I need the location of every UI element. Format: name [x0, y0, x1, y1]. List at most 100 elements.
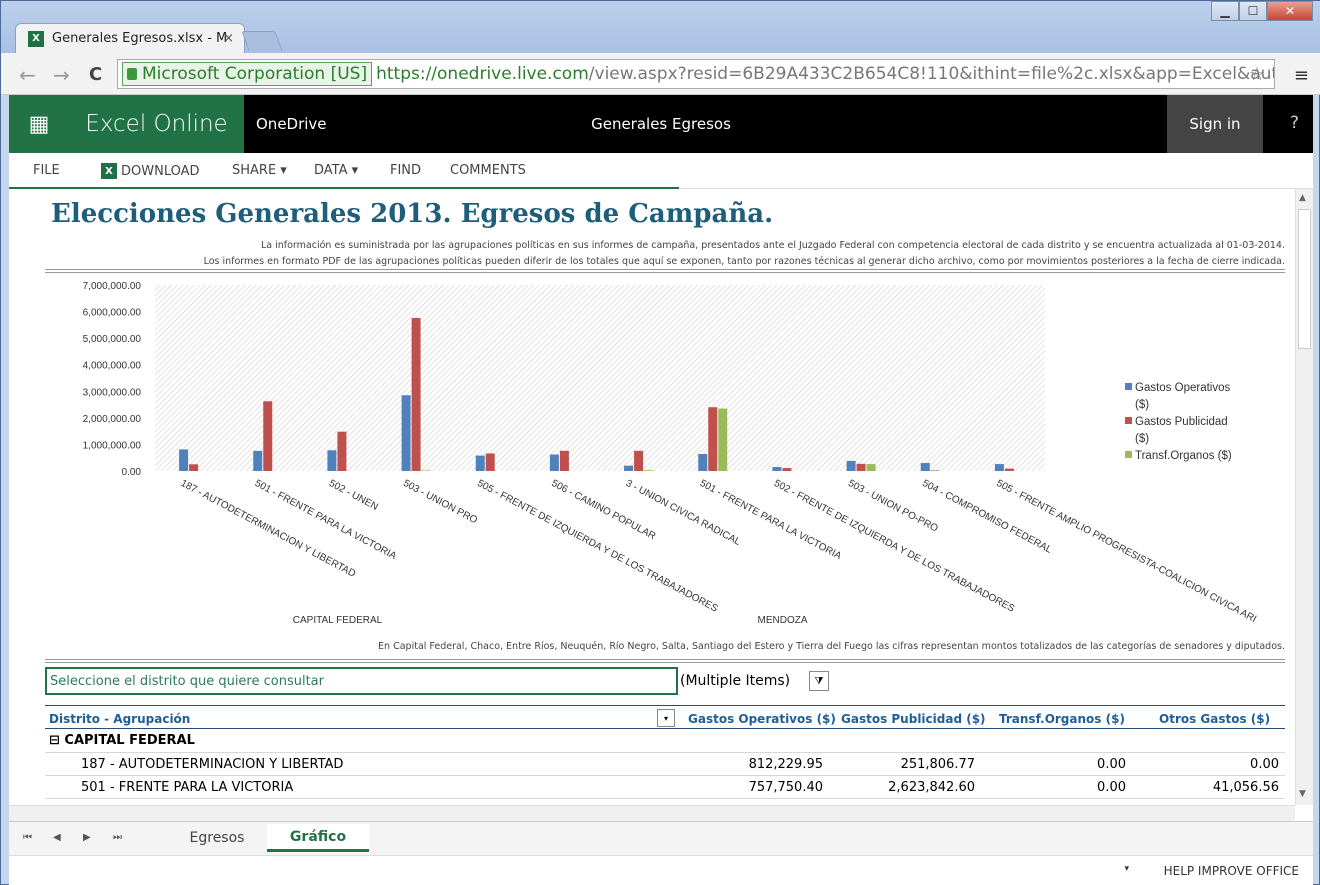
back-icon[interactable]: ←	[19, 63, 36, 87]
excel-header: ▦ Excel Online Generales Egresos OneDriv…	[9, 95, 1313, 153]
bar	[327, 450, 337, 471]
security-indicator[interactable]: Microsoft Corporation [US]	[122, 62, 373, 86]
group-label: ⊟ CAPITAL FEDERAL	[49, 733, 195, 748]
plot-area	[155, 285, 1045, 471]
excel-icon: X	[101, 163, 117, 179]
bar	[253, 450, 263, 471]
info-note-3: En Capital Federal, Chaco, Entre Ríos, N…	[378, 641, 1285, 652]
row-operativos: 812,229.95	[748, 757, 823, 772]
divider	[45, 662, 1285, 663]
bar	[718, 408, 728, 471]
bar	[421, 470, 431, 471]
x-tick-label: 504 - COMPROMISO FEDERAL	[920, 478, 1054, 556]
table-row[interactable]: 187 - AUTODETERMINACION Y LIBERTAD 812,2…	[45, 753, 1285, 776]
legend-swatch	[1125, 383, 1132, 390]
bar	[559, 450, 569, 471]
x-tick-label: 505 - FRENTE DE IZQUIERDA Y DE LOS TRABA…	[475, 478, 719, 615]
share-menu[interactable]: SHARE ▾	[232, 163, 287, 178]
bar	[782, 468, 792, 471]
star-icon[interactable]: ☆	[1249, 64, 1265, 85]
bar	[846, 460, 856, 471]
district-filter-value[interactable]: (Multiple Items)	[680, 673, 790, 689]
excel-icon: X	[28, 30, 44, 47]
prev-sheet-icon[interactable]: ◀	[53, 832, 61, 843]
bar	[1004, 468, 1014, 471]
divider	[45, 659, 1285, 660]
address-bar[interactable]: Microsoft Corporation [US] https://onedr…	[117, 59, 1275, 89]
col-header-operativos: Gastos Operativos ($)	[688, 712, 836, 726]
filter-icon[interactable]: ⧩	[809, 671, 829, 691]
y-tick-label: 6,000,000.00	[83, 308, 142, 319]
group-row[interactable]: ⊟ CAPITAL FEDERAL	[45, 730, 1285, 753]
x-tick-label: 501 - FRENTE PARA LA VICTORIA	[698, 478, 843, 562]
scroll-up-icon[interactable]: ▲	[1299, 193, 1306, 203]
bar	[475, 455, 485, 471]
bar	[624, 465, 634, 471]
row-publicidad: 2,623,842.60	[888, 780, 975, 795]
x-tick-label: 501 - FRENTE PARA LA VICTORIA	[253, 478, 398, 562]
download-button[interactable]: X DOWNLOAD	[101, 163, 200, 179]
sheet-area[interactable]: Elecciones Generales 2013. Egresos de Ca…	[9, 189, 1313, 821]
sign-in-button[interactable]: Sign in	[1167, 95, 1263, 153]
onedrive-link[interactable]: OneDrive	[256, 115, 327, 133]
group-label: CAPITAL FEDERAL	[293, 615, 383, 626]
tab-grafico[interactable]: Gráfico	[267, 824, 369, 852]
row-transf: 0.00	[1097, 780, 1126, 795]
browser-tab[interactable]: X Generales Egresos.xlsx - M ×	[15, 23, 245, 53]
table-header: Distrito - Agrupación ▾ Gastos Operativo…	[45, 705, 1285, 729]
bar	[401, 395, 411, 471]
legend-label: Gastos Publicidad	[1135, 416, 1228, 428]
browser-window: X Generales Egresos.xlsx - M × ▁ ☐ ✕ ← →…	[0, 0, 1320, 885]
chevron-down-icon[interactable]: ▾	[1124, 864, 1129, 874]
scroll-down-icon[interactable]: ▼	[1299, 789, 1306, 799]
legend-swatch	[1125, 417, 1132, 424]
data-menu[interactable]: DATA ▾	[314, 163, 358, 178]
last-sheet-icon[interactable]: ⏭	[113, 832, 122, 843]
new-tab-button[interactable]	[241, 31, 283, 51]
y-tick-label: 5,000,000.00	[83, 334, 142, 345]
first-sheet-icon[interactable]: ⏮	[23, 832, 32, 843]
status-bar: ▾ HELP IMPROVE OFFICE	[9, 855, 1313, 885]
ribbon: FILE X DOWNLOAD SHARE ▾ DATA ▾ FIND COMM…	[9, 153, 1313, 189]
district-filter-label[interactable]: Seleccione el distrito que quiere consul…	[45, 667, 678, 695]
table-row[interactable]: 501 - FRENTE PARA LA VICTORIA 757,750.40…	[45, 776, 1285, 799]
y-tick-label: 1,000,000.00	[83, 440, 142, 451]
bar	[411, 317, 421, 471]
reload-icon[interactable]: C	[89, 64, 102, 85]
find-button[interactable]: FIND	[390, 163, 421, 178]
row-name: 187 - AUTODETERMINACION Y LIBERTAD	[81, 757, 344, 772]
scroll-thumb[interactable]	[1298, 209, 1311, 349]
row-name: 501 - FRENTE PARA LA VICTORIA	[81, 780, 294, 795]
bar	[263, 401, 273, 471]
x-tick-label: 505 - FRENTE AMPLIO PROGRESISTA-COALICIO…	[995, 478, 1259, 625]
next-sheet-icon[interactable]: ▶	[83, 832, 91, 843]
comments-button[interactable]: COMMENTS	[450, 163, 526, 178]
close-icon[interactable]: ×	[223, 31, 234, 46]
bar	[179, 449, 189, 471]
help-icon[interactable]: ?	[1290, 113, 1299, 133]
dropdown-icon[interactable]: ▾	[657, 709, 675, 727]
sheet-tabs-bar: ⏮ ◀ ▶ ⏭ Egresos Gráfico	[9, 821, 1313, 855]
tab-egresos[interactable]: Egresos	[169, 824, 265, 852]
minimize-button[interactable]: ▁	[1211, 1, 1239, 21]
bar	[866, 464, 876, 471]
vertical-scrollbar[interactable]: ▲ ▼	[1295, 189, 1313, 805]
maximize-button[interactable]: ☐	[1239, 1, 1267, 21]
bar	[634, 450, 644, 471]
bar	[644, 470, 654, 471]
group-label: MENDOZA	[758, 615, 808, 626]
bar-chart[interactable]: 0.00 1,000,000.00 2,000,000.00 3,000,000.00…	[45, 281, 1285, 653]
forward-icon[interactable]: →	[53, 63, 70, 87]
row-operativos: 757,750.40	[748, 780, 823, 795]
info-note-2: Los informes en formato PDF de las agrup…	[203, 256, 1285, 267]
horizontal-scrollbar[interactable]	[9, 805, 1295, 821]
bar	[708, 407, 718, 471]
legend-label: Transf.Organos ($)	[1135, 450, 1232, 462]
col-header-publicidad: Gastos Publicidad ($)	[841, 712, 986, 726]
file-menu[interactable]: FILE	[33, 163, 60, 178]
close-window-button[interactable]: ✕	[1267, 1, 1313, 21]
bar	[337, 431, 347, 471]
help-improve-office-link[interactable]: HELP IMPROVE OFFICE	[1164, 864, 1299, 878]
row-otros: 0.00	[1250, 757, 1279, 772]
browser-menu-icon[interactable]: ≡	[1294, 65, 1309, 86]
